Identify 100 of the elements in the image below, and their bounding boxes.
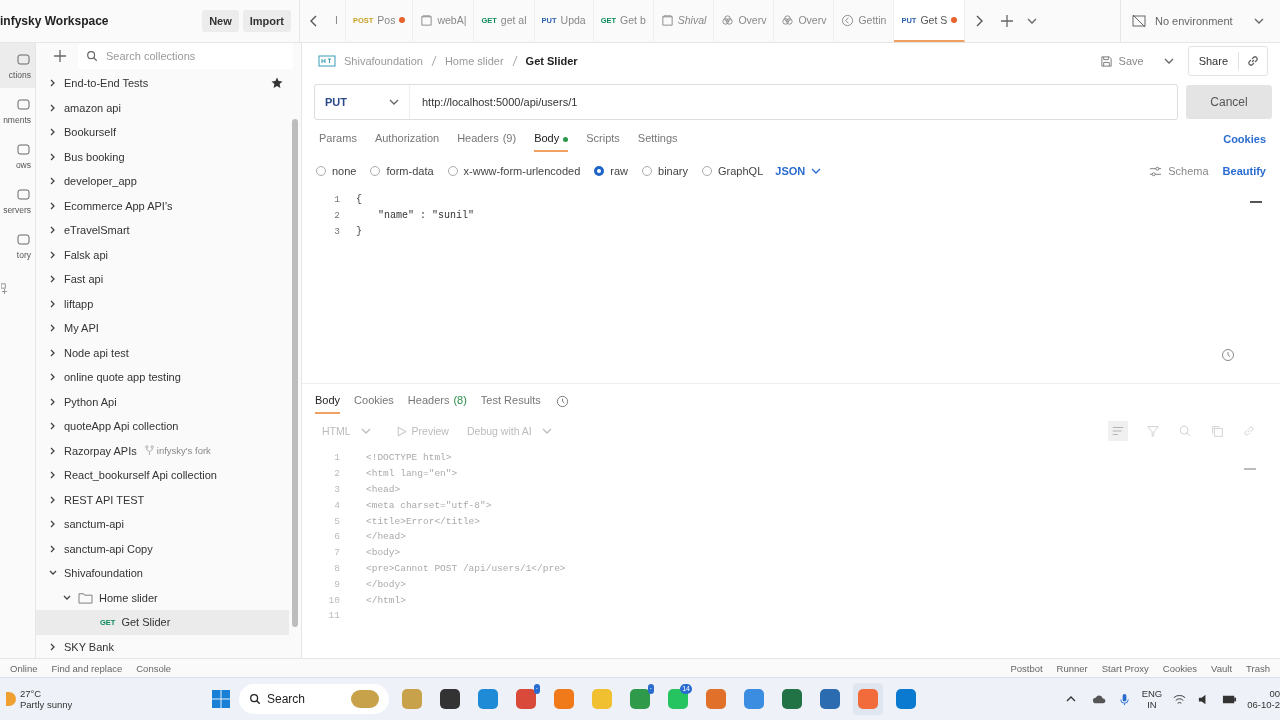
collection-item[interactable]: Ecommerce App API's	[36, 193, 289, 218]
schema-button[interactable]: Schema	[1149, 164, 1209, 178]
request-option-tab[interactable]: Body	[534, 126, 569, 152]
save-icon	[1099, 54, 1113, 68]
breadcrumb-item: Get Slider	[525, 55, 578, 67]
clock[interactable]: 00 06-10-2	[1247, 688, 1280, 710]
chevron-down-icon[interactable]	[1163, 58, 1174, 64]
panel-icon	[17, 233, 31, 247]
request-bar[interactable]: PUT http://localhost:5000/api/users/1	[314, 84, 1178, 120]
status-item[interactable]: Console	[136, 662, 172, 674]
request-tab[interactable]: Shival	[653, 0, 715, 42]
cancel-button[interactable]: Cancel	[1186, 85, 1272, 119]
status-item[interactable]: Find and replace	[51, 662, 123, 674]
collection-item[interactable]: SKY Bank	[36, 634, 289, 659]
history-icon[interactable]	[554, 393, 570, 409]
collection-icon	[660, 13, 674, 27]
request-tab[interactable]: Overv	[774, 0, 835, 42]
search-field[interactable]: Search collections	[78, 43, 293, 69]
collection-item[interactable]: Bookurself	[36, 120, 289, 145]
collection-item[interactable]: developer_app	[36, 169, 289, 194]
code-line: "name" : "sunil"	[377, 209, 474, 221]
star-icon[interactable]	[271, 77, 283, 90]
sidebar-nav-item[interactable]: nments	[0, 88, 35, 133]
sidebar-nav-item[interactable]: tory	[0, 223, 35, 268]
response-tab[interactable]: Headers (8)	[407, 388, 467, 414]
http-icon	[318, 55, 336, 67]
chevron-left-icon[interactable]	[310, 15, 318, 27]
plus-icon[interactable]	[54, 50, 66, 62]
request-option-tab[interactable]: Params	[319, 126, 357, 152]
status-item[interactable]: Trash	[1246, 662, 1270, 674]
chevron-down-icon	[389, 99, 399, 105]
code-line: <body>	[365, 547, 401, 559]
request-tab[interactable]: webA|	[413, 0, 475, 42]
save-button[interactable]: Save	[1093, 53, 1150, 69]
body-type-radio[interactable]: binary	[642, 165, 689, 177]
body-type-radio[interactable]: none	[316, 165, 357, 177]
status-item[interactable]: Vault	[1211, 662, 1233, 674]
collection-item[interactable]: sanctum-api	[36, 512, 289, 537]
collection-item[interactable]: Shivafoundation	[36, 561, 289, 586]
link-icon[interactable]	[1246, 54, 1260, 68]
collection-item[interactable]: Razorpay APIs infysky's fork	[36, 438, 289, 463]
collection-item[interactable]: quoteApp Api collection	[36, 414, 289, 439]
body-type-radio[interactable]: GraphQL	[702, 165, 764, 177]
chevron-right-icon[interactable]	[975, 15, 984, 27]
response-tab[interactable]: Cookies	[354, 388, 394, 414]
request-tab[interactable]: I	[328, 0, 346, 42]
collection-item[interactable]: My API	[36, 316, 289, 341]
body-type-radio[interactable]: form-data	[370, 165, 434, 177]
request-option-tab[interactable]: Authorization	[374, 126, 440, 152]
line-number: 1	[333, 193, 341, 205]
start-icon[interactable]	[210, 689, 231, 709]
workspace-button[interactable]: Import	[242, 10, 291, 32]
collection-item[interactable]: REST API TEST	[36, 487, 289, 512]
method-dropdown[interactable]: PUT	[315, 85, 410, 119]
collection-item[interactable]: Fast api	[36, 267, 289, 292]
environment-selector[interactable]: No environment	[1120, 0, 1280, 42]
body-type-radio[interactable]: x-www-form-urlencoded	[447, 165, 581, 177]
cookies-link[interactable]: Cookies	[1223, 133, 1266, 145]
format-dropdown[interactable]: JSON	[775, 165, 828, 177]
collection-item[interactable]: eTravelSmart	[36, 218, 289, 243]
collection-item[interactable]: End-to-End Tests	[36, 71, 289, 96]
status-item[interactable]: Postbot	[1010, 662, 1043, 674]
collection-item[interactable]: sanctum-api Copy	[36, 536, 289, 561]
collection-item[interactable]: React_bookurself Api collection	[36, 463, 289, 488]
collection-item[interactable]: Node api test	[36, 340, 289, 365]
sidebar-nav-item[interactable]: ctions	[0, 43, 35, 88]
chevron-down-icon[interactable]	[1027, 18, 1038, 24]
history-icon[interactable]	[1220, 347, 1236, 363]
plus-icon[interactable]	[1001, 15, 1014, 27]
chevron-down-icon	[360, 428, 371, 434]
request-tab[interactable]: Overv	[714, 0, 775, 42]
collection-item[interactable]: Python Api	[36, 389, 289, 414]
sliders-icon	[1149, 164, 1163, 178]
panel-icon	[17, 143, 31, 157]
request-option-tab[interactable]: Scripts	[586, 126, 620, 152]
collection-item[interactable]: Bus booking	[36, 144, 289, 169]
workspace-button[interactable]: New	[202, 10, 239, 32]
response-tab[interactable]: Body	[315, 388, 341, 414]
body-type-radio[interactable]: raw	[594, 165, 629, 177]
sidebar-nav-item[interactable]: servers	[0, 178, 35, 223]
response-tab[interactable]: Test Results	[480, 388, 541, 414]
collection-item[interactable]: online quote app testing	[36, 365, 289, 390]
status-item[interactable]: Cookies	[1162, 662, 1198, 674]
sidebar-nav-item[interactable]: ows	[0, 133, 35, 178]
language-indicator[interactable]: ENG IN	[1141, 688, 1163, 710]
status-item[interactable]: Runner	[1056, 662, 1088, 674]
collection-item[interactable]: Falsk api	[36, 242, 289, 267]
collection-item[interactable]: liftapp	[36, 291, 289, 316]
collection-item[interactable]: amazon api	[36, 95, 289, 120]
status-item[interactable]: Start Proxy	[1101, 662, 1149, 674]
chevron-up-icon[interactable]	[1065, 696, 1076, 702]
search-input[interactable]: Search collections	[106, 50, 256, 62]
request-option-tab[interactable]: Headers (9)	[457, 126, 517, 152]
status-item[interactable]: Online	[10, 662, 38, 674]
beautify-link[interactable]: Beautify	[1222, 165, 1266, 177]
code-line: {	[356, 193, 362, 205]
url-field[interactable]: http://localhost:5000/api/users/1	[410, 96, 1177, 108]
request-option-tab[interactable]: Settings	[637, 126, 678, 152]
taskbar-search[interactable]: Search	[238, 684, 389, 714]
collection-item[interactable]: Home slider	[36, 585, 289, 610]
